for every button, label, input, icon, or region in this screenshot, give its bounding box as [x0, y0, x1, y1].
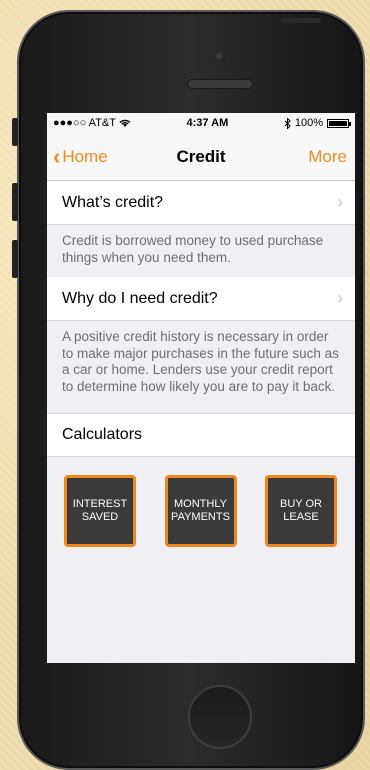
power-button	[281, 18, 321, 23]
button-label-line1: Buy or	[280, 498, 322, 510]
section-title: Calculators	[62, 426, 143, 443]
bluetooth-icon	[284, 117, 291, 129]
navigation-bar: ‹ Home Credit More	[47, 133, 355, 181]
home-button[interactable]	[188, 685, 252, 749]
buy-or-lease-button[interactable]: Buy or Lease	[265, 475, 337, 547]
button-label-line2: Saved	[81, 511, 119, 523]
chevron-right-icon: ›	[337, 288, 343, 308]
back-label: Home	[62, 146, 108, 166]
chevron-right-icon: ›	[337, 192, 343, 212]
button-label-line2: Payments	[171, 511, 230, 523]
wifi-icon	[119, 119, 131, 127]
volume-up-button	[12, 183, 18, 221]
back-button[interactable]: ‹ Home	[53, 144, 108, 170]
earpiece-speaker	[187, 79, 253, 89]
interest-saved-button[interactable]: Interest Saved	[64, 475, 136, 547]
button-label-line1: Monthly	[174, 498, 227, 510]
button-label-line2: Lease	[283, 511, 319, 523]
volume-down-button	[12, 240, 18, 278]
mute-switch	[12, 118, 18, 146]
list-item-why-credit[interactable]: Why do I need credit? ›	[47, 277, 355, 321]
carrier-label: ●●●○○ AT&T	[53, 117, 116, 129]
status-time: 4:37 AM	[186, 117, 229, 129]
list-item-description: Credit is borrowed money to used purchas…	[62, 233, 324, 265]
status-bar: ●●●○○ AT&T 4:37 AM 100%	[47, 113, 355, 133]
phone-screen: ●●●○○ AT&T 4:37 AM 100% ‹ Home Credit Mo…	[47, 113, 355, 663]
list-item-title: Why do I need credit?	[62, 289, 218, 307]
list-item-description: A positive credit history is necessary i…	[62, 329, 339, 394]
battery-percent: 100%	[294, 117, 323, 129]
list-item-whats-credit[interactable]: What’s credit? ›	[47, 181, 355, 225]
front-camera	[215, 52, 225, 62]
calculator-buttons: Interest Saved Monthly Payments Buy or L…	[47, 457, 355, 547]
monthly-payments-button[interactable]: Monthly Payments	[164, 475, 237, 547]
chevron-left-icon: ‹	[53, 143, 61, 169]
list-item-title: What’s credit?	[62, 193, 164, 211]
more-button[interactable]: More	[308, 147, 347, 167]
button-label-line1: Interest	[72, 498, 128, 510]
calculators-header: Calculators	[47, 413, 355, 457]
battery-icon	[326, 118, 351, 128]
